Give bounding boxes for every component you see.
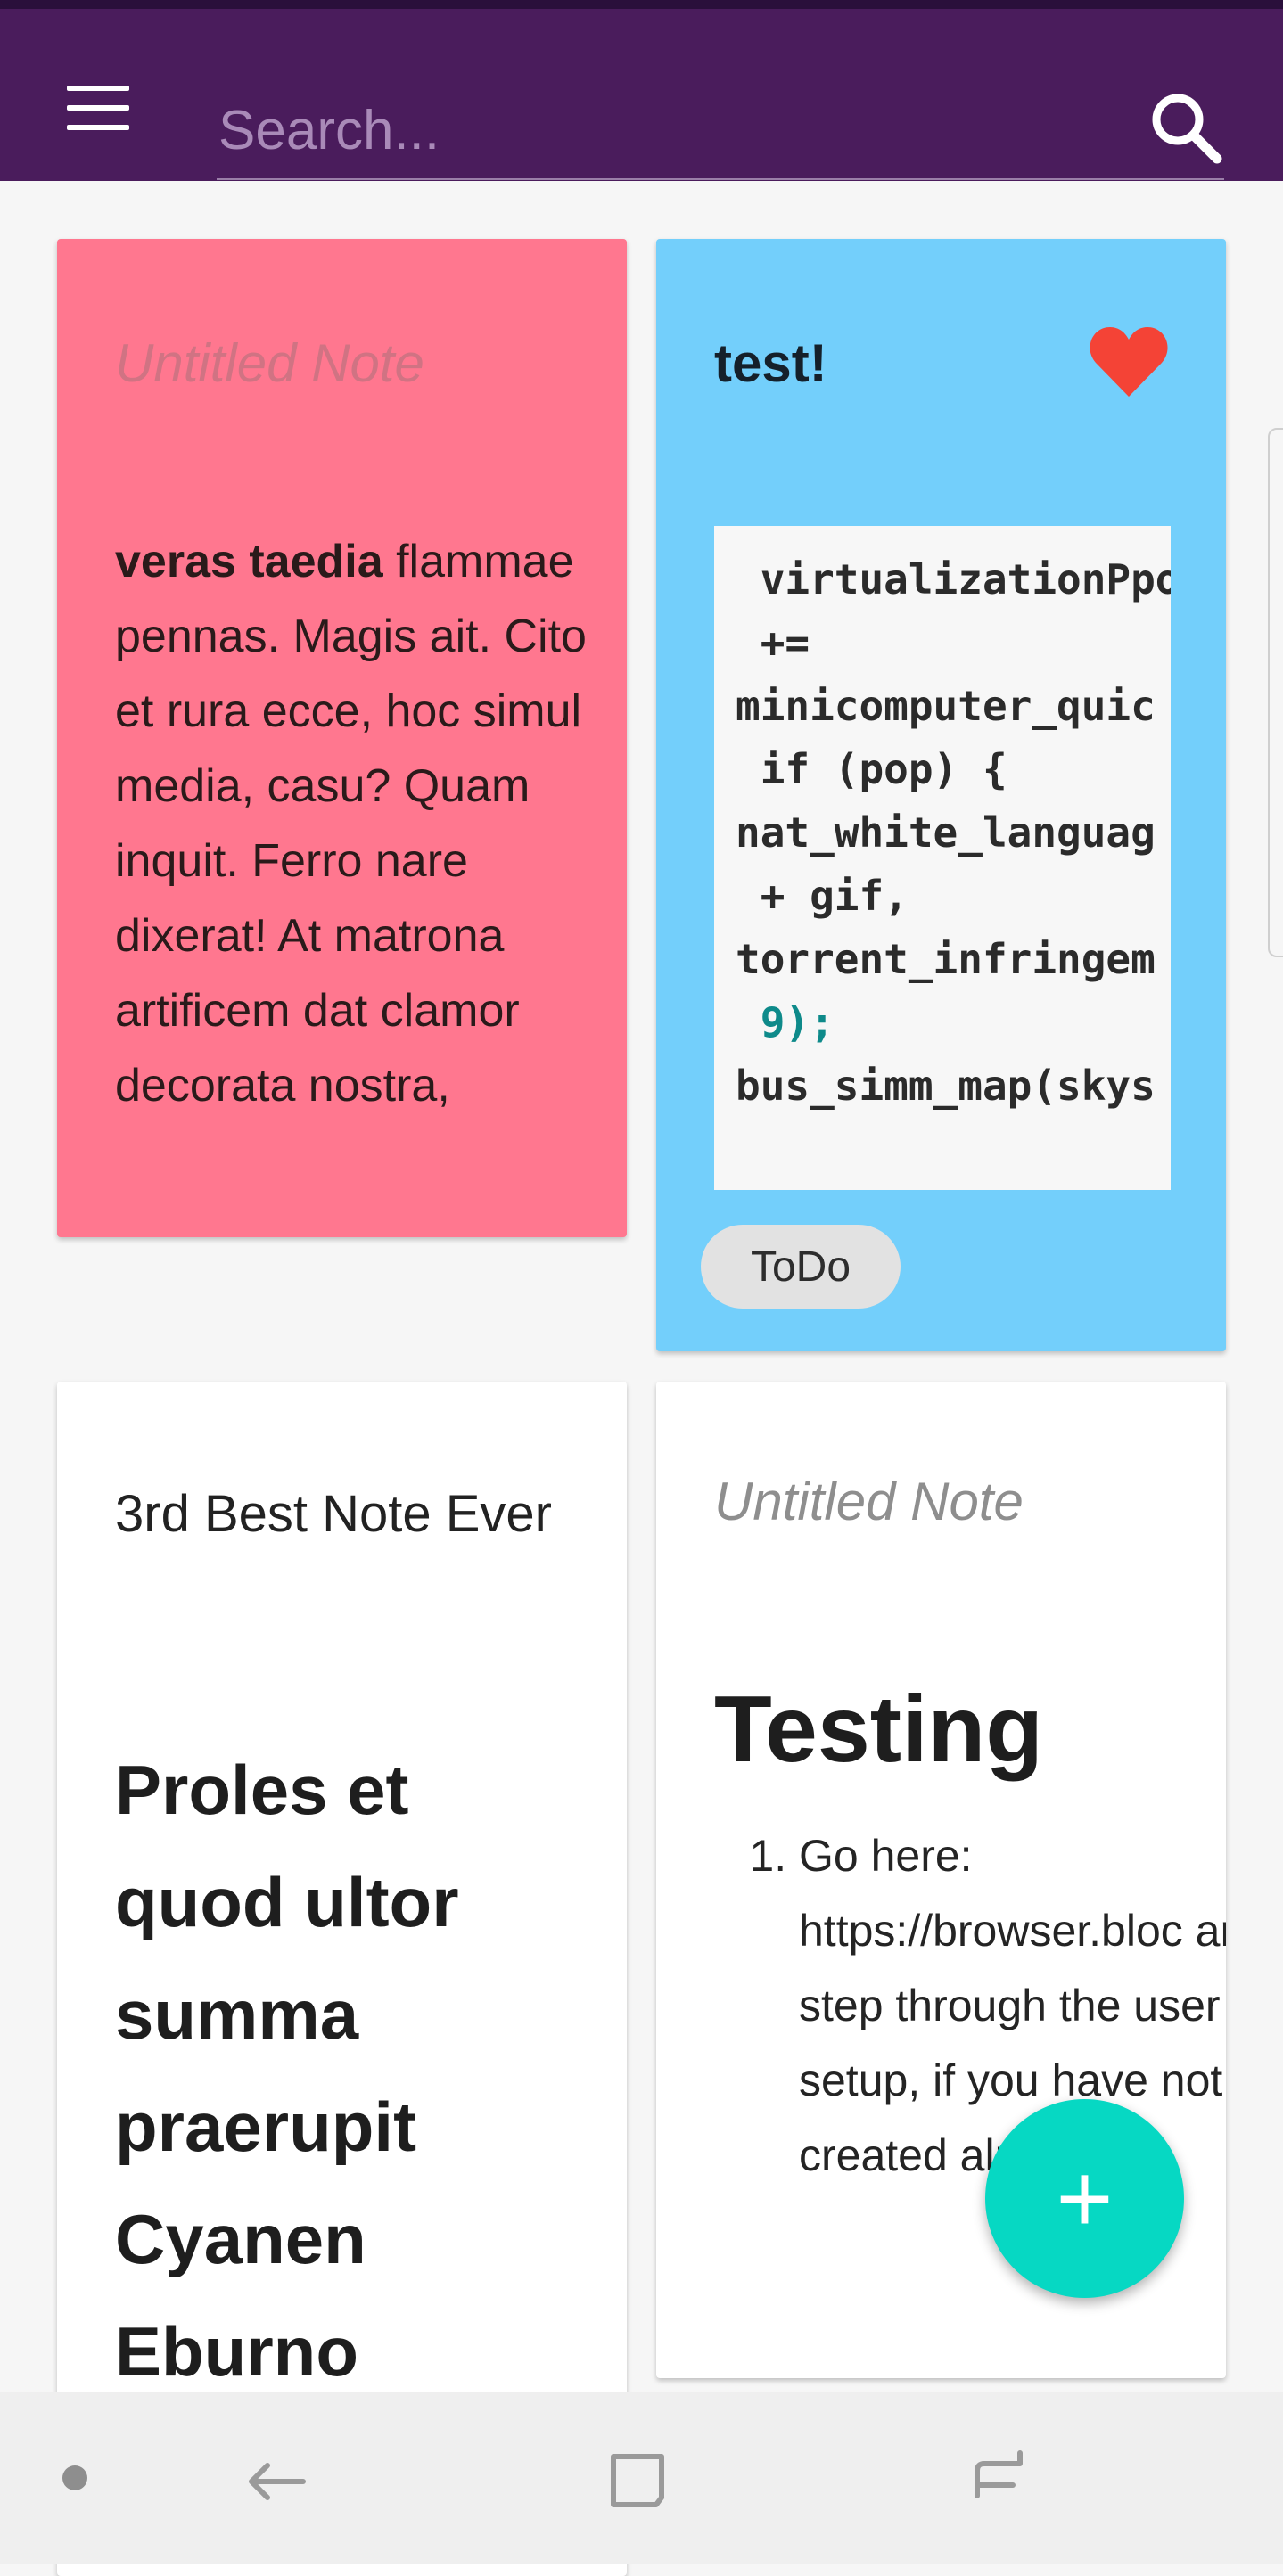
heart-icon[interactable]	[1089, 324, 1169, 399]
search-icon[interactable]	[1146, 87, 1226, 168]
note-card[interactable]: Untitled Note veras taedia flammae penna…	[57, 239, 627, 1237]
note-body-bold: veras taedia	[115, 536, 383, 587]
note-body-text: flammae pennas. Magis ait. Cito et rura …	[115, 536, 587, 1112]
status-bar	[0, 0, 1283, 9]
menu-icon-bar	[67, 86, 129, 91]
nav-indicator-dot	[62, 2465, 87, 2490]
code-line: + gif,	[736, 872, 909, 920]
system-nav-bar	[0, 2392, 1283, 2564]
plus-icon: +	[1056, 2143, 1114, 2253]
menu-icon-bar	[67, 125, 129, 130]
note-title: Untitled Note	[714, 1472, 1024, 1531]
search-field[interactable]	[217, 80, 1224, 180]
code-line: virtualizationPpo	[736, 555, 1171, 603]
note-title: Untitled Note	[115, 333, 424, 393]
recent-apps-icon[interactable]	[963, 2444, 1034, 2515]
code-line: if (pop) {	[736, 745, 1007, 793]
code-line: minicomputer_quic	[736, 682, 1156, 730]
tag-chip[interactable]: ToDo	[701, 1225, 901, 1309]
note-card[interactable]: test! virtualizationPpo += minicomputer_…	[656, 239, 1226, 1351]
code-line: torrent_infringem	[736, 935, 1156, 983]
note-title: test!	[714, 333, 827, 393]
menu-icon-bar	[67, 105, 129, 111]
code-block: virtualizationPpo += minicomputer_quic i…	[714, 526, 1171, 1190]
code-line: +=	[736, 619, 810, 667]
note-heading: Proles et quod ultor summa praerupit Cya…	[115, 1751, 459, 2391]
home-icon[interactable]	[603, 2444, 674, 2515]
code-line: bus_simm_map(skys	[736, 1062, 1156, 1110]
code-line: 9);	[736, 998, 835, 1046]
note-title: 3rd Best Note Ever	[115, 1485, 552, 1543]
code-line: nat_white_languag	[736, 808, 1156, 857]
search-input[interactable]	[217, 89, 1112, 171]
note-body: veras taedia flammae pennas. Magis ait. …	[115, 524, 596, 1123]
note-heading: Testing	[714, 1677, 1044, 1782]
edge-panel-handle[interactable]	[1268, 428, 1283, 957]
back-icon[interactable]	[241, 2446, 312, 2517]
menu-button[interactable]	[62, 71, 134, 143]
app-bar	[0, 9, 1283, 181]
code-text: virtualizationPpo += minicomputer_quic i…	[736, 548, 1171, 1118]
add-note-button[interactable]: +	[985, 2099, 1184, 2298]
